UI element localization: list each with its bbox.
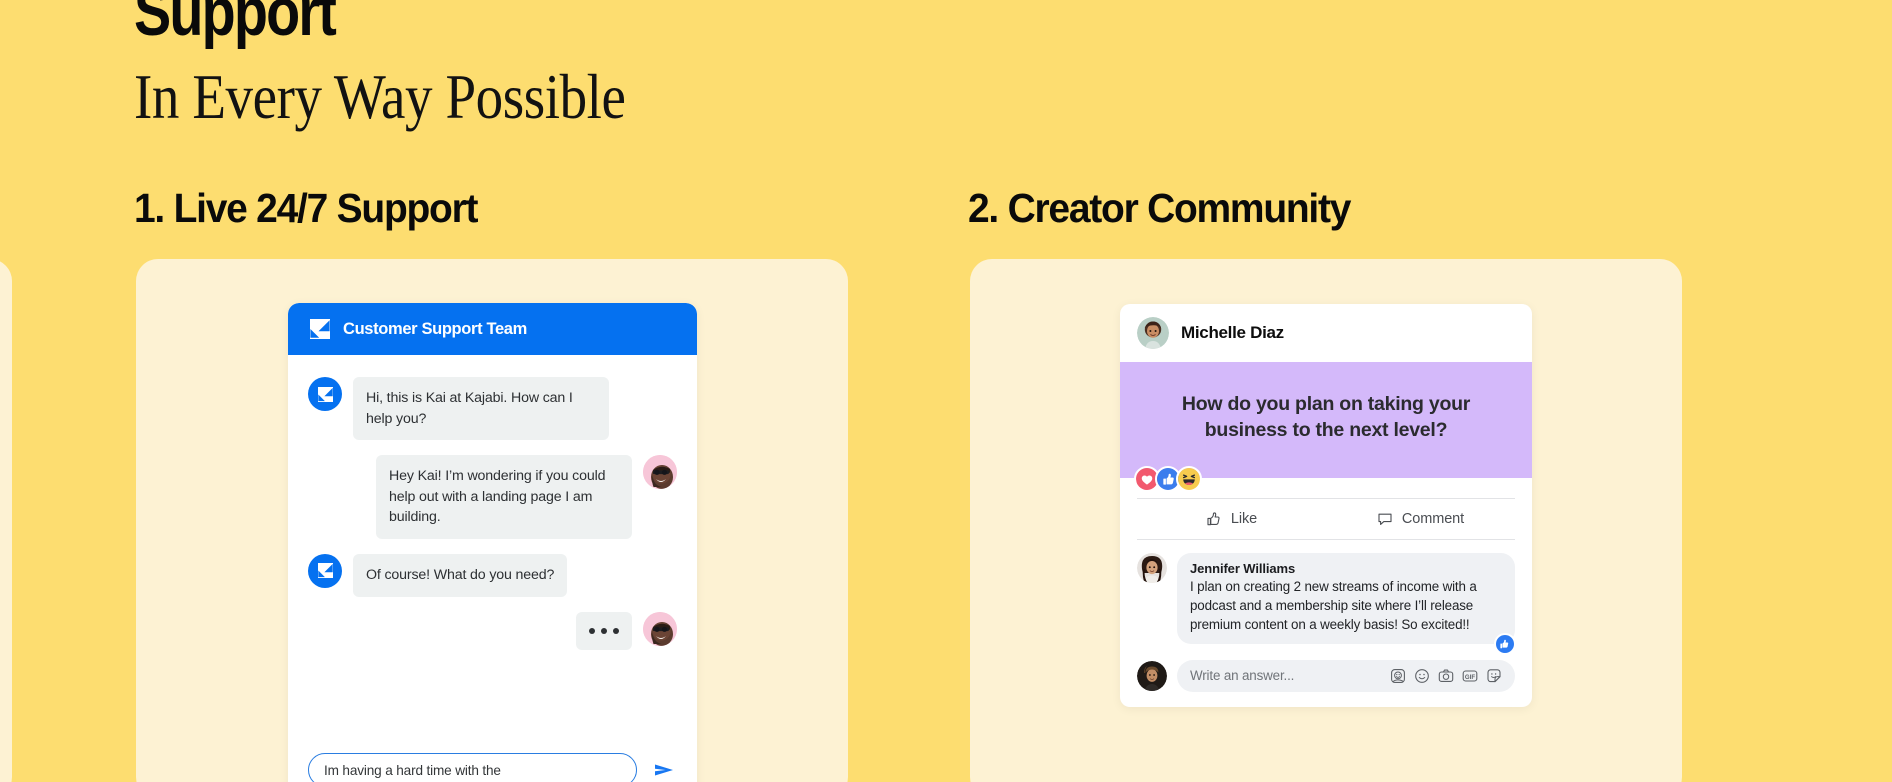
- section-headings: Support In Every Way Possible: [134, 0, 706, 134]
- chat-bubble: Hey Kai! I’m wondering if you could help…: [376, 455, 632, 539]
- column-title-support: 1. Live 24/7 Support: [134, 185, 479, 231]
- chat-bubble: Of course! What do you need?: [353, 553, 568, 597]
- thumbs-up-filled-icon: [1499, 638, 1511, 650]
- chat-message-bot-2: Of course! What do you need?: [308, 553, 677, 597]
- chat-message-user-typing: [308, 611, 677, 650]
- comment-like-badge[interactable]: [1494, 632, 1516, 655]
- comment-button[interactable]: Comment: [1326, 499, 1515, 539]
- comment-body-text: I plan on creating 2 new streams of inco…: [1190, 578, 1477, 632]
- thumbs-up-outline-icon: [1206, 511, 1222, 527]
- comment-bubble: Jennifer Williams I plan on creating 2 n…: [1177, 552, 1515, 644]
- community-post-widget: Michelle Diaz How do you plan on taking …: [1120, 304, 1532, 707]
- svg-text:GIF: GIF: [1465, 674, 1475, 681]
- post-header: Michelle Diaz: [1120, 304, 1532, 362]
- card-peek-previous[interactable]: [0, 259, 12, 782]
- send-message-button[interactable]: [651, 757, 677, 782]
- chat-message-user-1: Hey Kai! I’m wondering if you could help…: [308, 455, 677, 539]
- post-author-name: Michelle Diaz: [1181, 323, 1284, 342]
- typing-dot: [613, 627, 619, 634]
- user-photo-avatar: [643, 455, 677, 490]
- page-title: Support: [134, 0, 337, 50]
- post-reactions[interactable]: [1134, 465, 1202, 492]
- post-action-bar: Like Comment: [1137, 497, 1515, 540]
- michelle-diaz-avatar[interactable]: [1137, 317, 1169, 349]
- answer-composer: Write an answer... GIF: [1120, 644, 1532, 707]
- comment-item: Jennifer Williams I plan on creating 2 n…: [1120, 540, 1532, 655]
- kajabi-k-icon: [310, 319, 330, 339]
- answer-input-field[interactable]: Write an answer... GIF: [1177, 659, 1515, 692]
- gif-icon[interactable]: GIF: [1462, 668, 1478, 684]
- chat-message-list: Hi, this is Kai at Kajabi. How can I hel…: [288, 355, 697, 740]
- support-chat-widget: Customer Support Team Hi, this is Kai at…: [288, 303, 697, 782]
- answer-placeholder: Write an answer...: [1190, 668, 1295, 684]
- typing-dot: [589, 627, 595, 634]
- camera-icon[interactable]: [1438, 668, 1454, 684]
- kajabi-bot-avatar-icon: [308, 553, 342, 588]
- post-question-text: How do you plan on taking your business …: [1181, 393, 1471, 441]
- post-hero: How do you plan on taking your business …: [1120, 362, 1532, 492]
- chat-header-title: Customer Support Team: [343, 319, 527, 338]
- chat-message-bot-1: Hi, this is Kai at Kajabi. How can I hel…: [308, 377, 677, 441]
- chat-bubble: Hi, this is Kai at Kajabi. How can I hel…: [353, 377, 609, 441]
- comment-button-label: Comment: [1401, 510, 1465, 527]
- chat-message-input[interactable]: Im having a hard time with the: [308, 753, 637, 782]
- chat-composer: Im having a hard time with the: [288, 740, 697, 782]
- smiley-icon[interactable]: [1414, 668, 1430, 684]
- send-arrow-icon: [652, 758, 676, 782]
- comment-bubble-outline-icon: [1377, 511, 1393, 527]
- chat-header: Customer Support Team: [288, 303, 697, 355]
- page-subtitle: In Every Way Possible: [134, 61, 626, 132]
- comment-author-name: Jennifer Williams: [1190, 560, 1296, 576]
- typing-indicator: [576, 611, 632, 650]
- column-title-community: 2. Creator Community: [968, 185, 1351, 231]
- user-photo-avatar: [643, 611, 677, 646]
- like-button-label: Like: [1230, 510, 1258, 527]
- answer-icon-group: GIF: [1390, 668, 1502, 684]
- like-button[interactable]: Like: [1137, 499, 1326, 539]
- kajabi-bot-avatar-icon: [308, 377, 342, 411]
- haha-reaction-icon[interactable]: [1176, 465, 1202, 492]
- current-user-avatar[interactable]: [1137, 660, 1167, 691]
- sticker-icon[interactable]: [1486, 668, 1502, 684]
- emoji-sticker-icon[interactable]: [1390, 668, 1406, 684]
- typing-dot: [601, 627, 607, 634]
- jennifer-williams-avatar[interactable]: [1137, 552, 1167, 583]
